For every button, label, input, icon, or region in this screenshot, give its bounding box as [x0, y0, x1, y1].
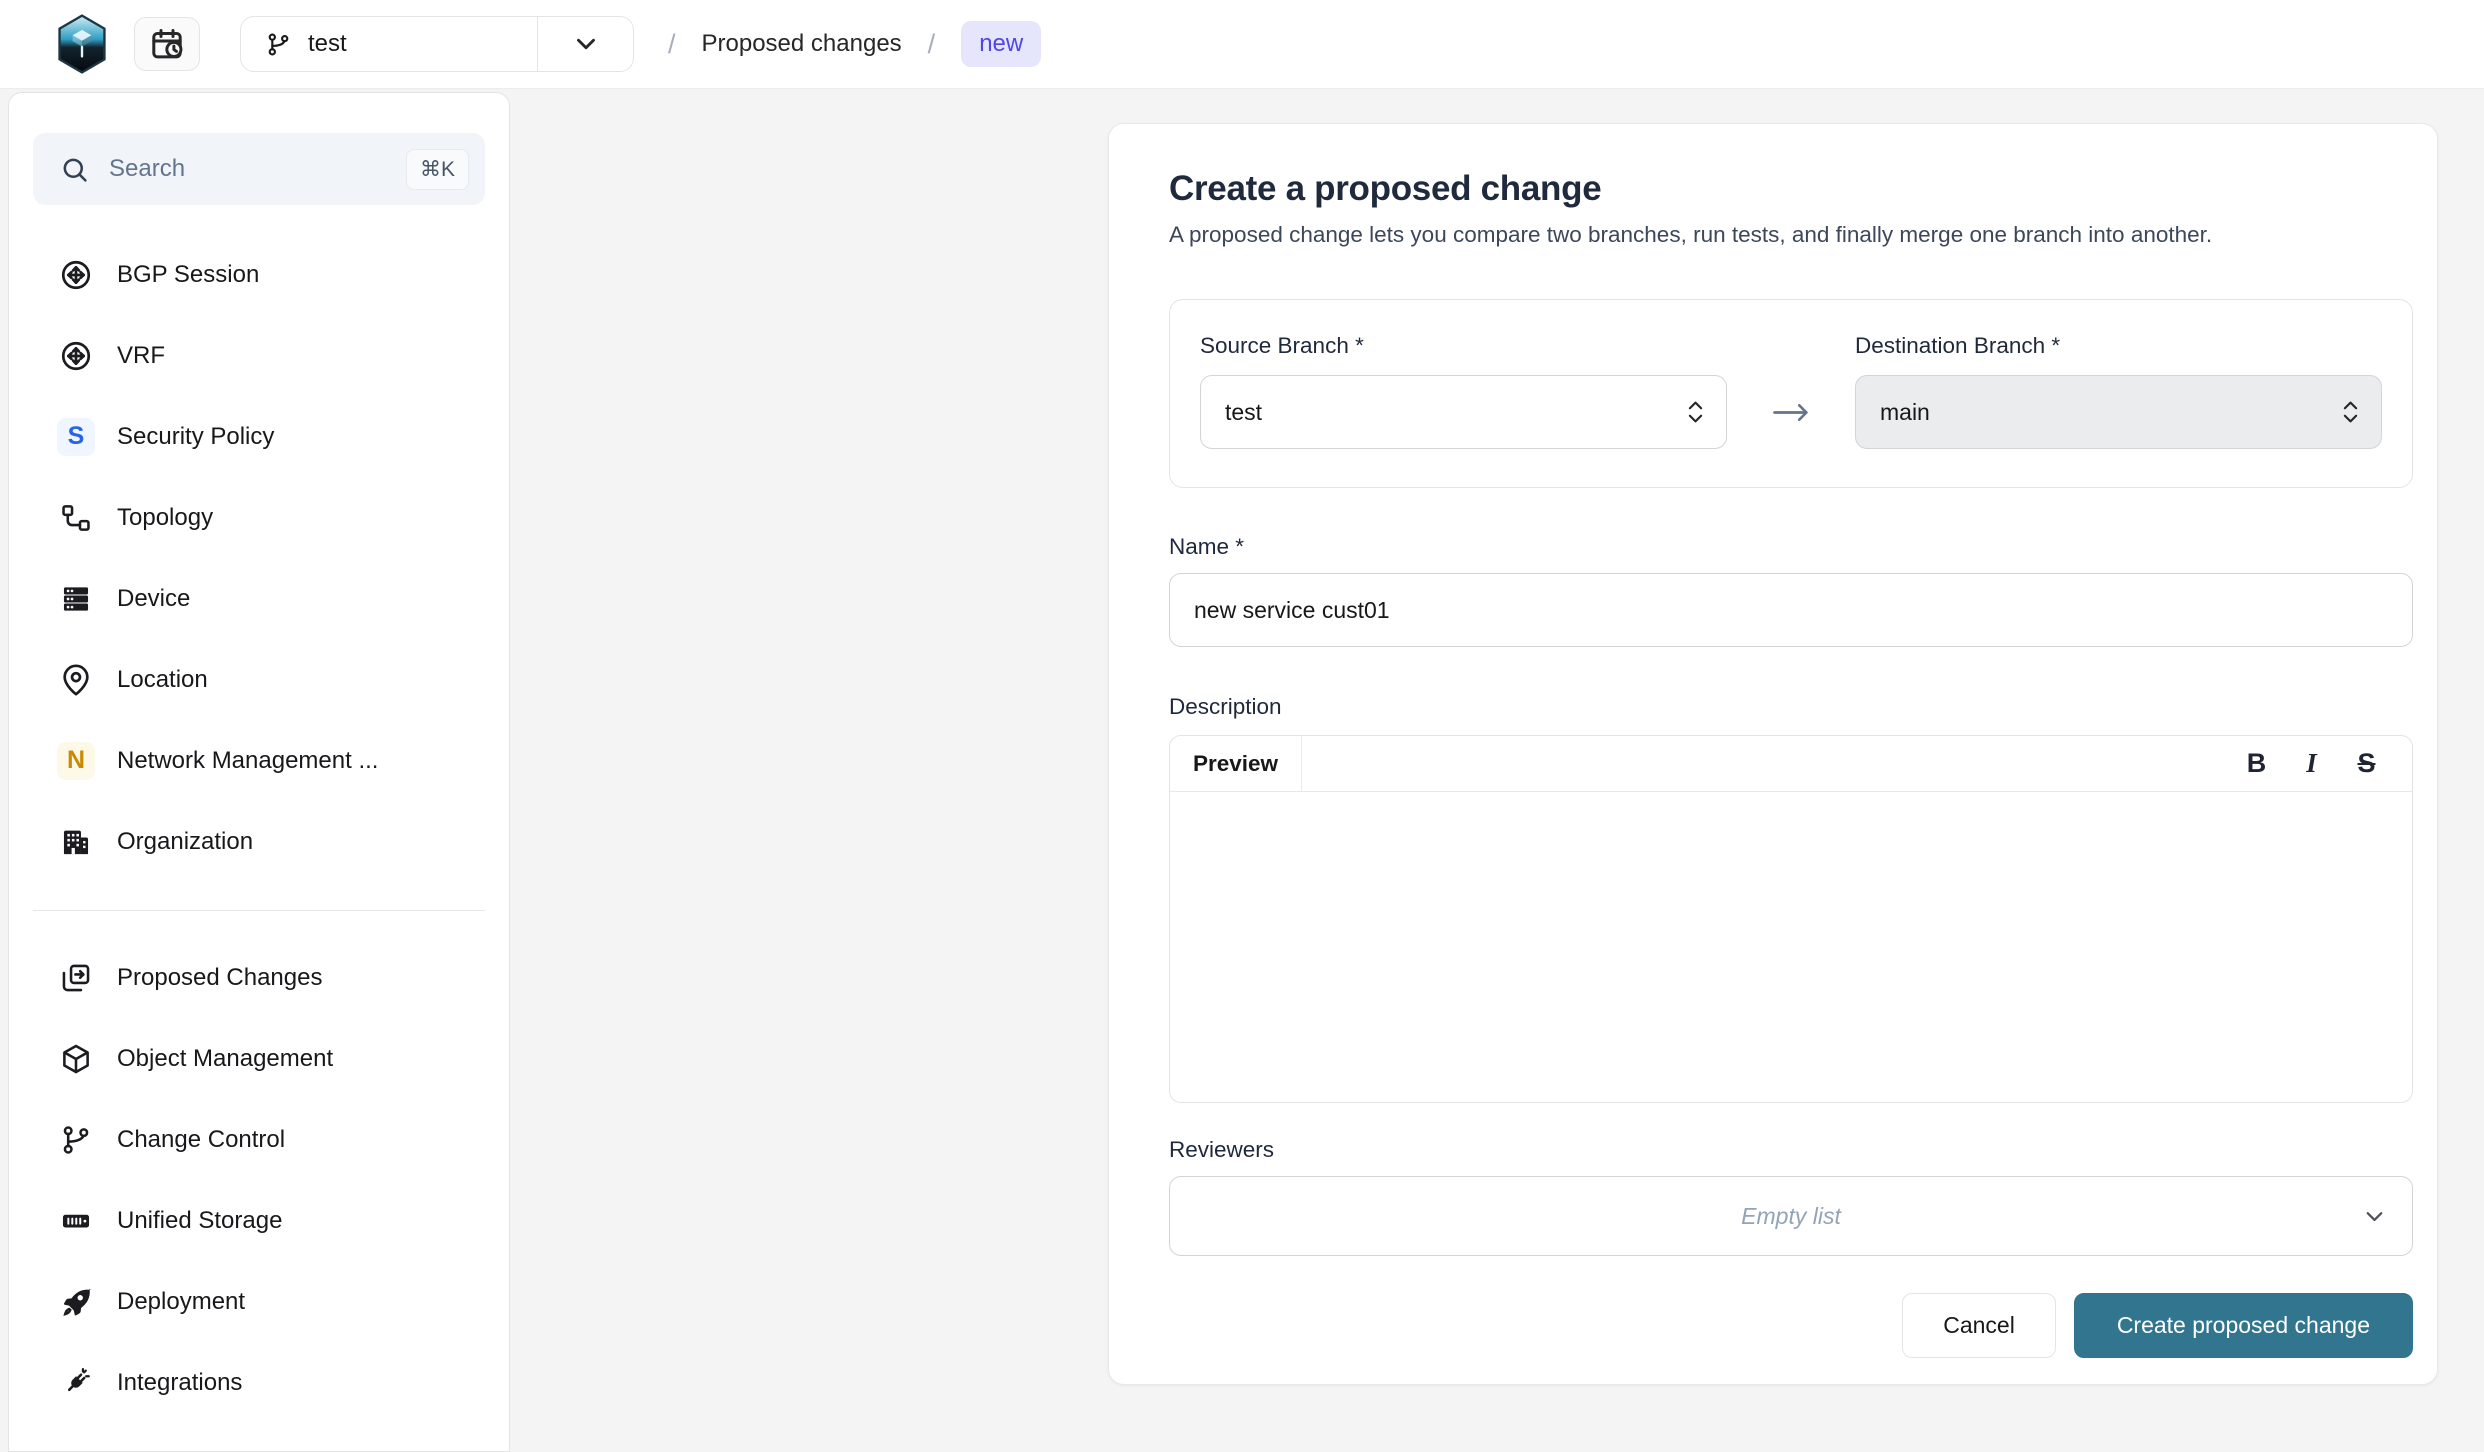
page-title: Create a proposed change — [1169, 168, 2413, 210]
branch-selector-value: test — [308, 30, 347, 58]
reviewers-label: Reviewers — [1169, 1136, 2413, 1164]
sidebar-item-label: BGP Session — [117, 261, 259, 289]
network-management-letter-icon: N — [57, 742, 95, 780]
sidebar-item-label: Device — [117, 585, 190, 613]
sidebar-item-device[interactable]: Device — [9, 558, 509, 639]
page-subtitle: A proposed change lets you compare two b… — [1169, 220, 2413, 250]
destination-branch-select: main — [1855, 375, 2382, 449]
sidebar-item-label: Proposed Changes — [117, 964, 322, 992]
sidebar-item-organization[interactable]: Organization — [9, 801, 509, 882]
bold-button[interactable]: B — [2229, 736, 2284, 791]
sidebar-item-label: Change Control — [117, 1126, 285, 1154]
sidebar-item-integrations[interactable]: Integrations — [9, 1342, 509, 1423]
source-branch-select[interactable]: test — [1200, 375, 1727, 449]
topbar: test / Proposed changes / new — [0, 0, 2484, 89]
chevron-down-icon — [571, 29, 601, 59]
sidebar-item-vrf[interactable]: VRF — [9, 315, 509, 396]
chevron-up-down-icon — [1685, 397, 1706, 427]
building-icon — [57, 823, 95, 861]
calendar-clock-icon — [149, 26, 185, 62]
source-branch-value: test — [1225, 399, 1262, 426]
toolbar-padding — [2394, 736, 2412, 791]
storage-icon — [57, 1202, 95, 1240]
rocket-icon — [57, 1283, 95, 1321]
breadcrumb-proposed-changes[interactable]: Proposed changes — [702, 30, 902, 58]
arrow-right-icon — [1727, 375, 1855, 449]
sidebar-item-label: Integrations — [117, 1369, 242, 1397]
sidebar-item-proposed-changes[interactable]: Proposed Changes — [9, 937, 509, 1018]
branch-selector[interactable]: test — [240, 16, 634, 72]
sidebar-divider — [33, 910, 485, 911]
sidebar-item-label: Deployment — [117, 1288, 245, 1316]
search-label: Search — [109, 155, 386, 183]
search-shortcut: ⌘K — [406, 149, 469, 190]
destination-branch-field: Destination Branch * main — [1855, 332, 2382, 449]
git-branch-icon — [57, 1121, 95, 1159]
sidebar-item-location[interactable]: Location — [9, 639, 509, 720]
sidebar-item-deployment[interactable]: Deployment — [9, 1261, 509, 1342]
reviewers-select[interactable]: Empty list — [1169, 1176, 2413, 1256]
sidebar-item-label: Object Management — [117, 1045, 333, 1073]
sidebar-item-security-policy[interactable]: S Security Policy — [9, 396, 509, 477]
description-label: Description — [1169, 693, 2413, 721]
create-proposed-change-card: Create a proposed change A proposed chan… — [1108, 123, 2438, 1385]
sidebar-item-object-management[interactable]: Object Management — [9, 1018, 509, 1099]
italic-button[interactable]: I — [2284, 736, 2339, 791]
chevron-up-down-icon — [2340, 397, 2361, 427]
router-icon — [57, 337, 95, 375]
form-actions: Cancel Create proposed change — [1169, 1293, 2413, 1358]
infrahub-logo-icon[interactable] — [56, 14, 108, 74]
name-label: Name * — [1169, 533, 2413, 561]
branch-selector-current: test — [241, 17, 537, 71]
search-button[interactable]: Search ⌘K — [33, 133, 485, 205]
router-icon — [57, 256, 95, 294]
sidebar-item-unified-storage[interactable]: Unified Storage — [9, 1180, 509, 1261]
breadcrumb-separator: / — [928, 29, 936, 60]
topology-icon — [57, 499, 95, 537]
cancel-button[interactable]: Cancel — [1902, 1293, 2056, 1358]
tab-preview[interactable]: Preview — [1170, 736, 1302, 791]
branch-selection-box: Source Branch * test Destination Branch … — [1169, 299, 2413, 488]
security-policy-letter-icon: S — [57, 418, 95, 456]
source-branch-label: Source Branch * — [1200, 332, 1727, 360]
sidebar-item-change-control[interactable]: Change Control — [9, 1099, 509, 1180]
sidebar-item-network-management[interactable]: N Network Management ... — [9, 720, 509, 801]
sidebar: Search ⌘K BGP Session VRF S Secu — [8, 92, 510, 1452]
toolbar-spacer — [1302, 736, 2229, 791]
sidebar-item-label: Organization — [117, 828, 253, 856]
description-editor: Preview B I S — [1169, 735, 2413, 1103]
destination-branch-value: main — [1880, 399, 1930, 426]
sidebar-item-bgp-session[interactable]: BGP Session — [9, 234, 509, 315]
source-branch-field: Source Branch * test — [1200, 332, 1727, 449]
breadcrumb-separator: / — [668, 29, 676, 60]
sidebar-menu-workflow: Proposed Changes Object Management Chang… — [9, 937, 509, 1423]
breadcrumb-new-badge[interactable]: new — [961, 21, 1041, 67]
destination-branch-label: Destination Branch * — [1855, 332, 2382, 360]
branch-selector-dropdown-toggle[interactable] — [537, 17, 633, 71]
breadcrumb: / Proposed changes / new — [668, 21, 1041, 67]
description-input[interactable] — [1170, 792, 2412, 1102]
search-icon — [60, 155, 89, 184]
git-branch-icon — [265, 31, 292, 58]
reviewers-empty-placeholder: Empty list — [1741, 1203, 1841, 1230]
create-proposed-change-button[interactable]: Create proposed change — [2074, 1293, 2413, 1358]
chevron-down-icon — [2361, 1203, 2388, 1230]
sidebar-item-label: Topology — [117, 504, 213, 532]
sidebar-item-topology[interactable]: Topology — [9, 477, 509, 558]
server-icon — [57, 580, 95, 618]
sidebar-item-label: VRF — [117, 342, 165, 370]
cube-icon — [57, 1040, 95, 1078]
time-travel-button[interactable] — [134, 17, 200, 71]
file-diff-icon — [57, 959, 95, 997]
strikethrough-button[interactable]: S — [2339, 736, 2394, 791]
map-pin-icon — [57, 661, 95, 699]
sidebar-menu-objects: BGP Session VRF S Security Policy — [9, 234, 509, 882]
description-editor-toolbar: Preview B I S — [1170, 736, 2412, 792]
sidebar-item-label: Location — [117, 666, 208, 694]
sidebar-item-label: Security Policy — [117, 423, 274, 451]
plug-icon — [57, 1364, 95, 1402]
name-input[interactable] — [1169, 573, 2413, 647]
sidebar-item-label: Network Management ... — [117, 747, 378, 775]
sidebar-item-label: Unified Storage — [117, 1207, 282, 1235]
